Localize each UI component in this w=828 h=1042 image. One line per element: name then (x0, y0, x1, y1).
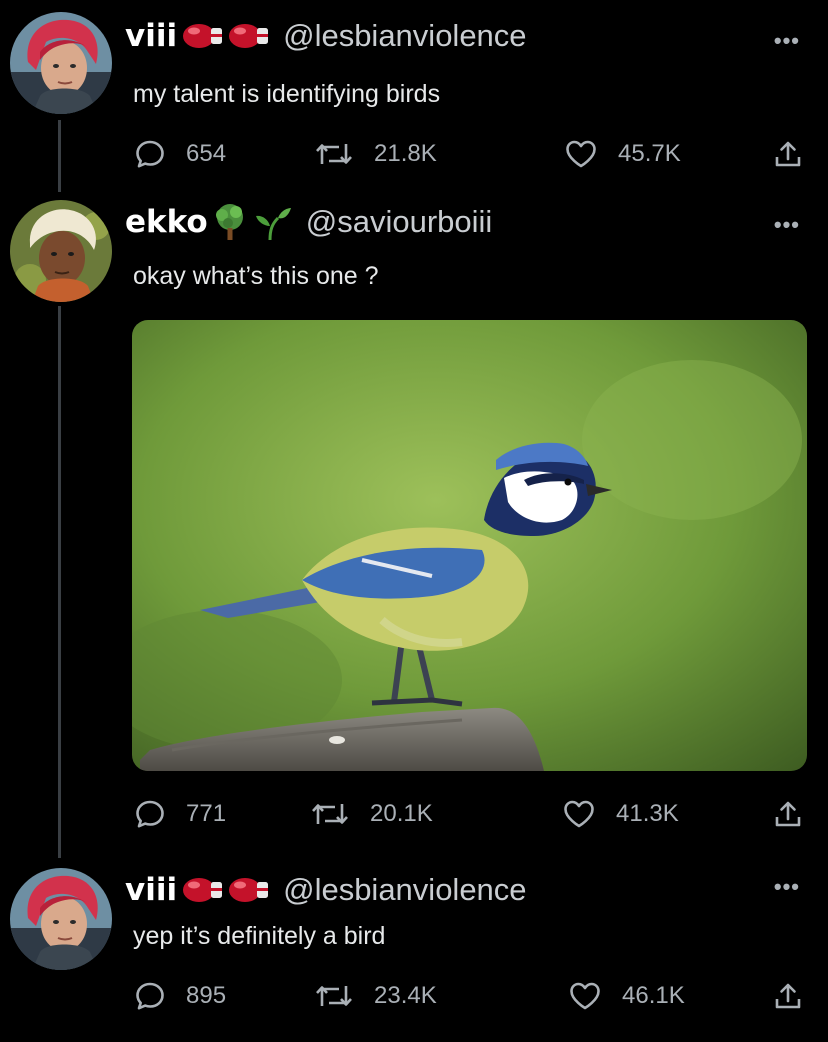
reply-count: 654 (186, 140, 227, 167)
reply-icon (134, 980, 166, 1012)
user-handle[interactable]: @lesbianviolence (283, 18, 526, 54)
tree-icon (210, 202, 250, 242)
retweet-icon (314, 980, 354, 1012)
like-count: 45.7K (618, 140, 681, 167)
author-row: viii @lesbianviolence (125, 872, 527, 908)
heart-icon (564, 138, 598, 170)
share-icon (772, 980, 804, 1012)
more-options-icon[interactable]: ••• (774, 874, 800, 900)
action-bar: 771 20.1K 41.3K (134, 798, 810, 832)
like-button[interactable]: 41.3K (562, 798, 679, 830)
reply-count: 771 (186, 800, 227, 827)
like-count: 46.1K (622, 982, 685, 1009)
more-options-icon[interactable]: ••• (774, 28, 800, 54)
retweet-icon (310, 798, 350, 830)
boxing-glove-icon (225, 21, 269, 51)
tweet-text: okay what’s this one ? (133, 262, 379, 290)
user-handle[interactable]: @saviourboiii (306, 204, 493, 240)
like-button[interactable]: 46.1K (568, 980, 685, 1012)
tweet-1[interactable]: viii @lesbianviolence ••• my talent is i… (0, 0, 828, 190)
more-options-icon[interactable]: ••• (774, 212, 800, 238)
retweet-count: 20.1K (370, 800, 433, 827)
user-handle[interactable]: @lesbianviolence (283, 872, 526, 908)
heart-icon (562, 798, 596, 830)
retweet-count: 21.8K (374, 140, 437, 167)
display-name[interactable]: ekko (125, 204, 208, 240)
author-row: viii @lesbianviolence (125, 18, 527, 54)
reply-button[interactable]: 654 (134, 138, 226, 170)
action-bar: 895 23.4K 46.1K (134, 980, 810, 1014)
tweet-2[interactable]: ekko @saviourboiii ••• okay what’s this … (0, 190, 828, 858)
share-button[interactable] (772, 980, 804, 1012)
display-name[interactable]: viii (125, 18, 177, 54)
avatar[interactable] (10, 868, 112, 970)
tweet-3[interactable]: viii @lesbianviolence ••• yep it’s defin… (0, 858, 828, 1042)
share-button[interactable] (772, 138, 804, 170)
retweet-button[interactable]: 23.4K (314, 980, 437, 1012)
like-count: 41.3K (616, 800, 679, 827)
reply-count: 895 (186, 982, 227, 1009)
like-button[interactable]: 45.7K (564, 138, 681, 170)
tweet-text: yep it’s definitely a bird (133, 922, 386, 950)
retweet-button[interactable]: 20.1K (310, 798, 433, 830)
seedling-icon (252, 202, 292, 242)
heart-icon (568, 980, 602, 1012)
share-icon (772, 798, 804, 830)
reply-button[interactable]: 771 (134, 798, 226, 830)
share-icon (772, 138, 804, 170)
action-bar: 654 21.8K 45.7K (134, 138, 810, 172)
boxing-glove-icon (179, 21, 223, 51)
retweet-icon (314, 138, 354, 170)
retweet-button[interactable]: 21.8K (314, 138, 437, 170)
reply-button[interactable]: 895 (134, 980, 226, 1012)
share-button[interactable] (772, 798, 804, 830)
retweet-count: 23.4K (374, 982, 437, 1009)
reply-icon (134, 798, 166, 830)
boxing-glove-icon (179, 875, 223, 905)
tweet-text: my talent is identifying birds (133, 80, 441, 108)
avatar[interactable] (10, 200, 112, 302)
author-row: ekko @saviourboiii (125, 202, 492, 242)
boxing-glove-icon (225, 875, 269, 905)
tweet-image[interactable] (132, 320, 807, 771)
display-name[interactable]: viii (125, 872, 177, 908)
reply-icon (134, 138, 166, 170)
avatar[interactable] (10, 12, 112, 114)
